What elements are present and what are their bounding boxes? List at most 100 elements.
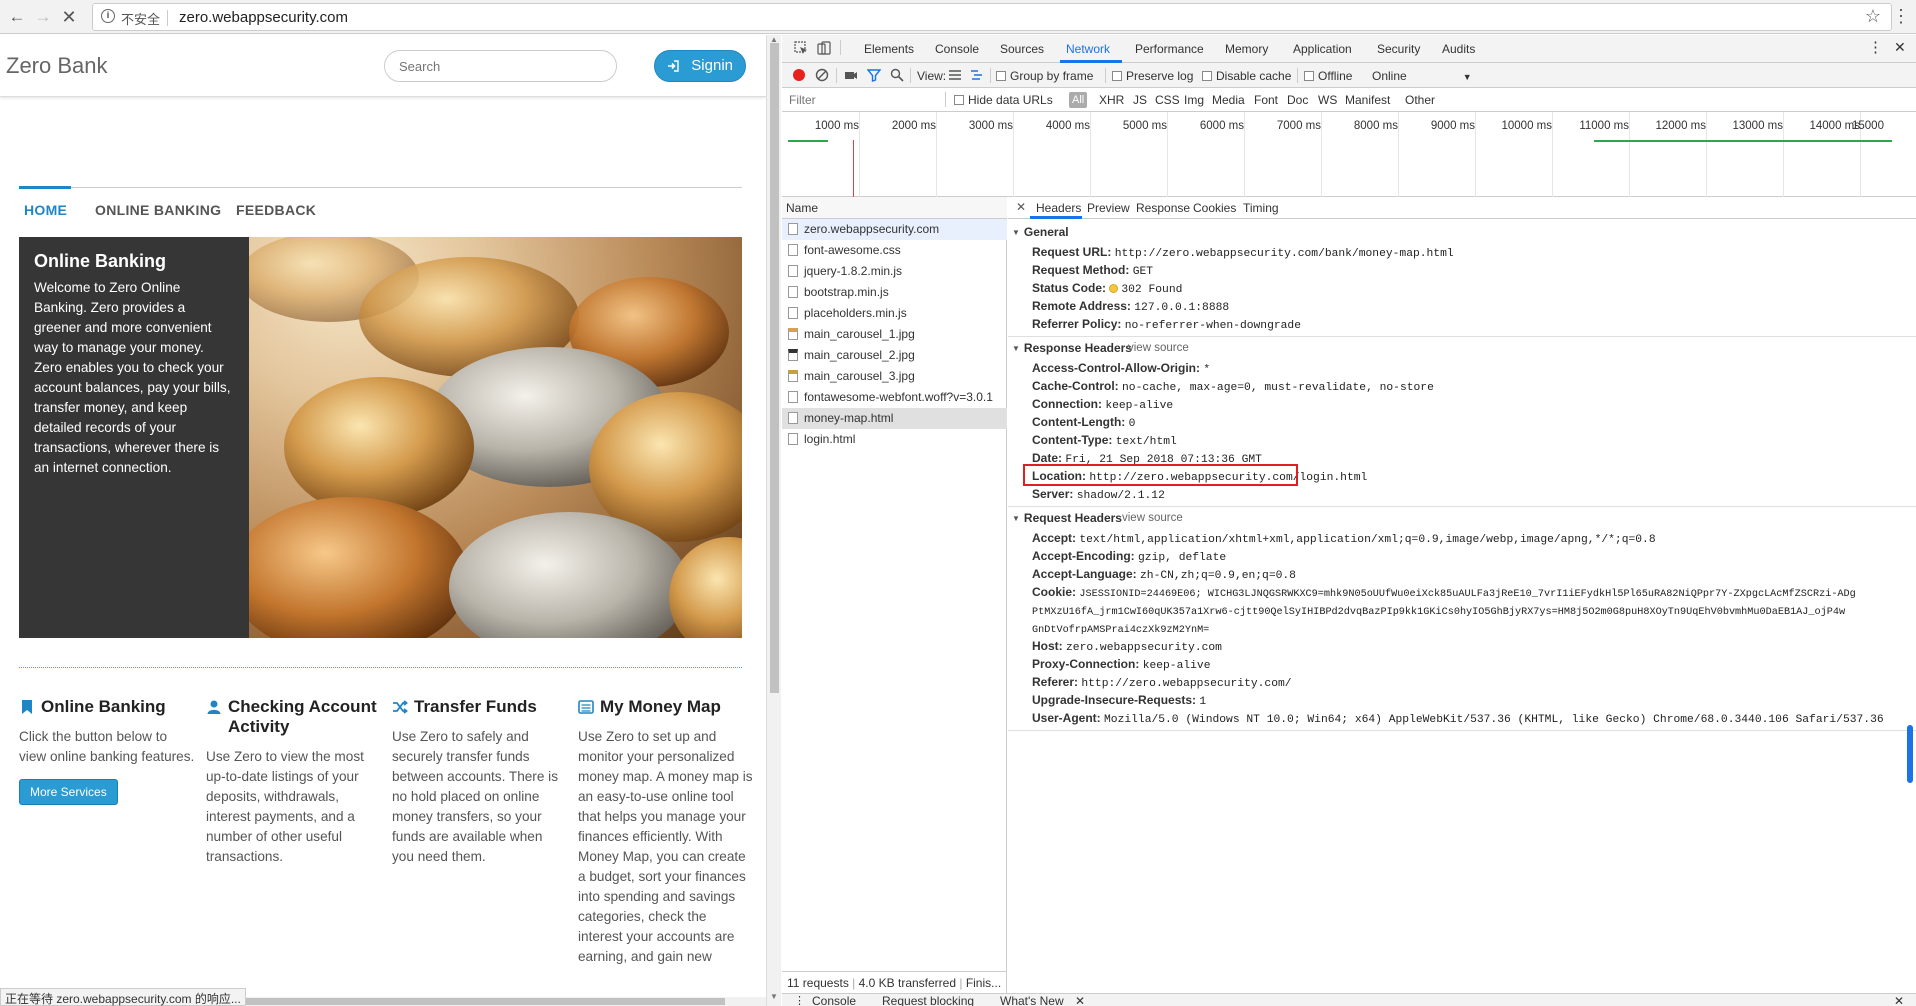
vertical-scroll-thumb[interactable] [770,43,779,693]
tab-response[interactable]: Response [1136,201,1190,215]
request-row[interactable]: bootstrap.min.js [782,282,1007,303]
request-headers-toggle[interactable]: ▼ Request Headers [1012,511,1122,525]
overview-icon[interactable] [970,68,984,82]
view-source-link[interactable]: view source [1122,512,1183,524]
header-value: http://zero.webappsecurity.com/bank/mone… [1114,248,1454,260]
feature-title: Checking Account Activity [228,697,377,736]
large-rows-icon[interactable] [948,68,962,82]
disable-cache-checkbox[interactable]: Disable cache [1202,69,1291,83]
throttle-select[interactable]: Online ▼ [1372,69,1472,83]
filter-type-other[interactable]: Other [1405,93,1435,107]
tab-cookies[interactable]: Cookies [1193,201,1236,215]
scroll-indicator[interactable] [1907,725,1913,783]
request-row[interactable]: main_carousel_1.jpg [782,324,1007,345]
clear-icon[interactable] [815,68,829,82]
header-value: Mozilla/5.0 (Windows NT 10.0; Win64; x64… [1104,714,1884,726]
vertical-dots-icon[interactable]: ⋮ [1868,38,1883,56]
column-header-name[interactable]: Name [782,197,1007,219]
stop-x-icon[interactable]: ✕ [58,6,80,28]
brand-logo[interactable]: Zero Bank [6,53,108,79]
filter-icon[interactable] [867,68,881,82]
tab-online-banking[interactable]: ONLINE BANKING [95,202,221,218]
search-icon[interactable] [890,68,904,82]
header-value: 302 Found [1121,284,1183,296]
inspect-element-icon[interactable] [794,41,808,55]
response-headers-toggle[interactable]: ▼ Response Headers [1012,341,1132,355]
filter-type-xhr[interactable]: XHR [1099,93,1124,107]
filter-type-media[interactable]: Media [1212,93,1245,107]
vertical-dots-icon[interactable]: ⋮ [794,994,805,1006]
camera-icon[interactable] [844,68,858,82]
tab-headers[interactable]: Headers [1036,201,1081,215]
drawer-tab-console[interactable]: Console [812,994,856,1006]
filter-type-all[interactable]: All [1069,92,1088,108]
request-row[interactable]: main_carousel_2.jpg [782,345,1007,366]
signin-button[interactable]: Signin [654,50,746,82]
header-key: Status Code: [1032,281,1107,295]
url-text[interactable]: zero.webappsecurity.com [179,9,348,26]
back-arrow-icon[interactable]: ← [6,6,28,28]
hide-data-urls-checkbox[interactable]: Hide data URLs [954,93,1053,107]
tab-home[interactable]: HOME [24,202,67,218]
group-by-frame-checkbox[interactable]: Group by frame [996,69,1093,83]
close-icon[interactable]: ✕ [1075,994,1085,1006]
tab-sources[interactable]: Sources [1000,42,1044,56]
tab-security[interactable]: Security [1377,42,1420,56]
tab-console[interactable]: Console [935,42,979,56]
tab-timing[interactable]: Timing [1243,201,1279,215]
filter-input[interactable] [784,90,934,109]
request-row[interactable]: font-awesome.css [782,240,1007,261]
view-source-link[interactable]: view source [1128,342,1189,354]
timeline-gridline [859,112,860,197]
hero-title: Online Banking [34,251,167,271]
request-row[interactable]: main_carousel_3.jpg [782,366,1007,387]
close-icon[interactable]: ✕ [1894,994,1904,1006]
star-outline-icon[interactable]: ☆ [1865,6,1881,27]
security-label[interactable]: 不安全 [121,9,160,28]
address-bar[interactable]: i 不安全 zero.webappsecurity.com ☆ [92,3,1892,31]
vertical-scrollbar[interactable]: ▲ ▼ [766,35,781,1006]
more-services-button[interactable]: More Services [19,779,118,805]
offline-checkbox[interactable]: Offline [1304,69,1352,83]
request-row[interactable]: fontawesome-webfont.woff?v=3.0.1 [782,387,1007,408]
tab-memory[interactable]: Memory [1225,42,1268,56]
request-row-selected[interactable]: money-map.html [782,408,1007,429]
forward-arrow-icon[interactable]: → [32,6,54,28]
record-icon[interactable] [792,68,806,82]
request-row[interactable]: jquery-1.8.2.min.js [782,261,1007,282]
filter-type-img[interactable]: Img [1184,93,1204,107]
request-row[interactable]: zero.webappsecurity.com [782,219,1007,240]
filter-type-font[interactable]: Font [1254,93,1278,107]
filter-type-css[interactable]: CSS [1155,93,1180,107]
filter-type-js[interactable]: JS [1133,93,1147,107]
tab-elements[interactable]: Elements [864,42,914,56]
filter-type-doc[interactable]: Doc [1287,93,1308,107]
horizontal-scroll-thumb[interactable] [220,998,725,1005]
search-input[interactable] [384,50,617,82]
close-icon[interactable]: ✕ [1016,200,1026,214]
scroll-up-arrow-icon[interactable]: ▲ [770,35,778,44]
tab-network[interactable]: Network [1066,42,1110,56]
network-overview-timeline[interactable]: 1000 ms 2000 ms 3000 ms 4000 ms 5000 ms … [782,112,1916,197]
device-toolbar-icon[interactable] [817,41,831,55]
drawer-tab-request-blocking[interactable]: Request blocking [882,994,974,1006]
preserve-log-checkbox[interactable]: Preserve log [1112,69,1193,83]
request-row[interactable]: login.html [782,429,1007,450]
scroll-down-arrow-icon[interactable]: ▼ [770,992,778,1001]
tab-performance[interactable]: Performance [1135,42,1204,56]
tab-application[interactable]: Application [1293,42,1352,56]
timeline-label: 6000 ms [1199,120,1244,132]
filter-type-manifest[interactable]: Manifest [1345,93,1390,107]
triangle-down-icon: ▼ [1012,344,1020,353]
filter-type-ws[interactable]: WS [1318,93,1337,107]
close-icon[interactable]: ✕ [1894,39,1906,56]
info-icon[interactable]: i [101,9,115,23]
tab-feedback[interactable]: FEEDBACK [236,202,316,218]
vertical-dots-icon[interactable]: ⋮ [1892,6,1910,27]
drawer-tab-whats-new[interactable]: What's New [1000,994,1064,1006]
tab-audits[interactable]: Audits [1442,42,1475,56]
tab-preview[interactable]: Preview [1087,201,1130,215]
hero-caption: Online Banking Welcome to Zero Online Ba… [19,237,249,638]
general-section-toggle[interactable]: ▼ General [1012,225,1069,239]
request-row[interactable]: placeholders.min.js [782,303,1007,324]
